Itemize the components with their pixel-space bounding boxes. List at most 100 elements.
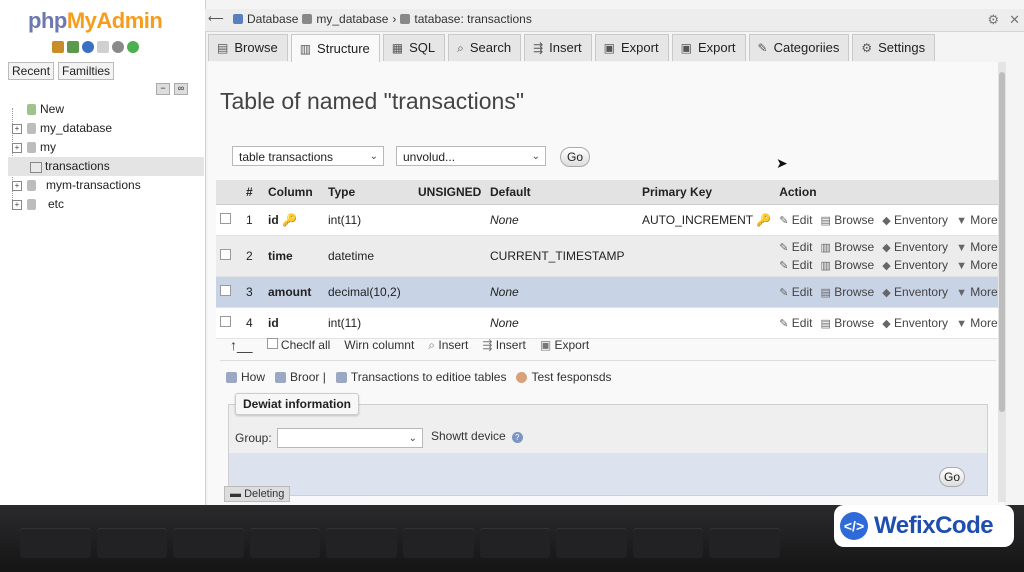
tree-item-transactions[interactable]: transactions (8, 157, 204, 176)
tree-item-label: New (40, 102, 65, 116)
vertical-scrollbar[interactable] (998, 62, 1006, 502)
edit-action[interactable]: ✎ Edit (779, 213, 812, 227)
more-action[interactable]: ▼ More (956, 258, 998, 272)
phpmyadmin-logo[interactable]: phpMyAdmin (28, 8, 163, 34)
help-icon[interactable] (82, 41, 94, 53)
tree-item-mym-transactions[interactable]: + mym-transactions (8, 176, 204, 195)
expand-icon[interactable]: + (12, 143, 22, 153)
inventory-action-label: Enventory (894, 258, 949, 272)
inventory-action[interactable]: ◆ Enventory (882, 213, 948, 227)
col-header-primary-key[interactable]: Primary Key (638, 180, 776, 205)
test-link[interactable]: Test fesponsds (516, 370, 612, 384)
sidebar-tab-favorites[interactable]: Familties (58, 62, 115, 80)
expand-icon[interactable]: + (12, 200, 22, 210)
more-action[interactable]: ▼ More (956, 316, 998, 330)
settings-icon[interactable] (112, 41, 124, 53)
collapse-sidebar-icon[interactable]: ⟵ (208, 12, 224, 26)
logout-icon[interactable] (67, 41, 79, 53)
row-checkbox[interactable] (220, 285, 231, 296)
tree-item-my[interactable]: + my (8, 138, 204, 157)
tab-search[interactable]: ⌕ Search (448, 34, 522, 61)
reload-icon[interactable] (127, 41, 139, 53)
browse-action[interactable]: ▤ Browse (820, 213, 874, 227)
pencil-icon: ✎ (779, 287, 789, 299)
inventory-action[interactable]: ◆ Enventory (882, 258, 948, 272)
tab-structure[interactable]: ▥ Structure (290, 34, 380, 63)
edit-action[interactable]: ✎ Edit (779, 285, 812, 299)
browse-action[interactable]: ▤ Browse (820, 316, 874, 330)
tab-label: Insert (549, 40, 582, 55)
browse-action[interactable]: ▥ Browse (820, 240, 874, 254)
fieldset-go-button[interactable]: Go (939, 467, 965, 487)
edit-action[interactable]: ✎ Edit (779, 316, 812, 330)
docs-icon[interactable] (97, 41, 109, 53)
check-all[interactable]: Checlf all (266, 338, 330, 352)
help-icon[interactable]: ? (511, 432, 523, 443)
more-action[interactable]: ▼ More (956, 213, 998, 227)
tab-label: SQL (409, 40, 436, 55)
with-selected: Wirn columnt (344, 338, 415, 352)
tab-insert[interactable]: ⇶ Insert (524, 34, 592, 61)
expand-icon[interactable]: + (12, 181, 22, 191)
broor-link[interactable]: Broor | (275, 370, 326, 384)
transactions-link[interactable]: Transactions to editioe tables (335, 370, 506, 384)
col-header-type[interactable]: Type (324, 180, 414, 205)
browse-action[interactable]: ▥ Browse (820, 258, 874, 272)
tab-settings[interactable]: ⚙ Settings (852, 34, 936, 61)
link-icon[interactable]: ∞ (174, 83, 188, 95)
row-checkbox[interactable] (220, 249, 231, 260)
scrollbar-thumb[interactable] (999, 72, 1005, 412)
insert-link[interactable]: ⌕ Insert (428, 338, 468, 353)
table-select[interactable]: table transactions ⌄ (232, 146, 384, 166)
column-primary-key (638, 307, 776, 339)
edit-action[interactable]: ✎ Edit (779, 258, 812, 272)
edit-action[interactable]: ✎ Edit (779, 240, 812, 254)
insert-icon: ⇶ (482, 338, 493, 352)
structure-icon (335, 372, 347, 383)
more-action[interactable]: ▼ More (956, 240, 998, 254)
collapse-all-icon[interactable]: − (156, 83, 170, 95)
tab-categories[interactable]: ✎ Categoriies (748, 34, 850, 61)
inventory-action[interactable]: ◆ Enventory (882, 240, 948, 254)
tree-item-new[interactable]: New (8, 100, 204, 119)
option-select[interactable]: unvolud... ⌄ (396, 146, 546, 166)
tree-item-my-database[interactable]: + my_database (8, 119, 204, 138)
export-icon: ▣ (539, 338, 552, 352)
navigation-sidebar: phpMyAdmin Recent Familties − ∞ New + my_… (0, 0, 206, 505)
info-fieldset: Dewiat information Group: ⌄ Showtt devic… (228, 393, 988, 496)
print-link[interactable]: How (226, 370, 265, 384)
breadcrumb-database[interactable]: my_database (316, 12, 388, 26)
expand-icon[interactable]: + (12, 124, 22, 134)
breadcrumb-server[interactable]: Database (247, 12, 298, 26)
group-select[interactable]: ⌄ (277, 428, 423, 448)
row-checkbox[interactable] (220, 316, 231, 327)
page-title: Table of named "transactions" (220, 88, 524, 114)
inventory-action[interactable]: ◆ Enventory (882, 316, 948, 330)
tab-export[interactable]: ▣ Export (594, 34, 669, 61)
deleting-status: ▬ Deleting (224, 486, 291, 502)
tab-sql[interactable]: ▦ SQL (382, 34, 446, 61)
go-button[interactable]: Go (560, 147, 590, 167)
sql-icon: ▦ (391, 41, 404, 55)
close-icon[interactable]: ✕ (1009, 12, 1020, 28)
col-header-unsigned[interactable]: UNSIGNED (414, 180, 486, 205)
row-checkbox[interactable] (220, 213, 231, 224)
sidebar-tab-recent[interactable]: Recent (8, 62, 55, 80)
col-header-default[interactable]: Default (486, 180, 638, 205)
export-link[interactable]: ▣ Export (540, 338, 589, 352)
tree-item-etc[interactable]: + etc (8, 195, 204, 214)
browse-action-label: Browse (834, 316, 875, 330)
home-icon[interactable] (52, 41, 64, 53)
col-header-column[interactable]: Column (264, 180, 324, 205)
tab-export-2[interactable]: ▣ Export (671, 34, 746, 61)
row-actions: ✎ Edit ▥ Browse ◆ Enventory ▼ More ✎ Edi… (775, 235, 1004, 277)
more-action[interactable]: ▼ More (956, 285, 998, 299)
inventory-action[interactable]: ◆ Enventory (882, 285, 948, 299)
check-all-checkbox[interactable] (266, 338, 278, 349)
table-row: 3 amount decimal(10,2) None ✎ Edit ▤ Bro… (216, 276, 1004, 308)
insert-link-2[interactable]: ⇶ Insert (482, 338, 525, 352)
tab-browse[interactable]: ▤ Browse (208, 34, 288, 61)
browse-action[interactable]: ▤ Browse (820, 285, 874, 299)
breadcrumb-table[interactable]: tatabase: transactions (414, 12, 531, 26)
gear-icon[interactable]: ⚙ (987, 12, 999, 28)
